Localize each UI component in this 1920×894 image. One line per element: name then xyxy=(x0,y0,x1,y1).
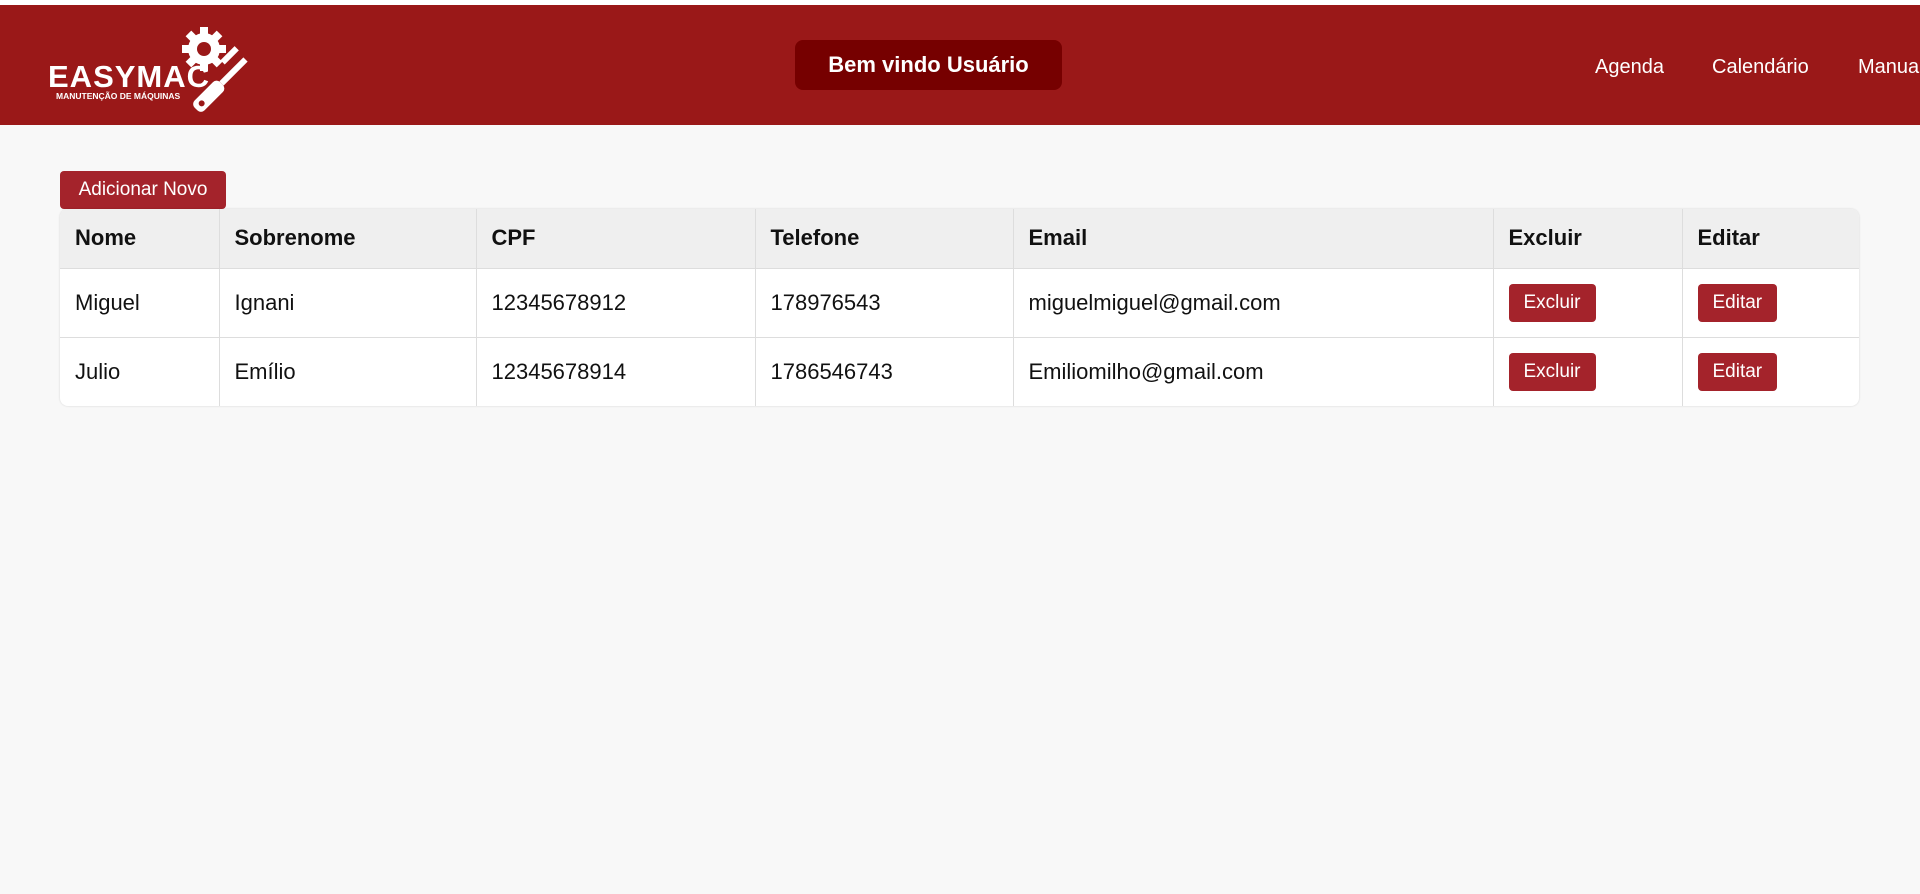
cell-telefone: 178976543 xyxy=(755,268,1014,338)
cell-editar: Editar xyxy=(1682,268,1859,338)
col-header-excluir: Excluir xyxy=(1493,209,1683,269)
header-bar: EASYMAC MANUTENÇÃO DE MÁQUINAS Bem vindo… xyxy=(0,5,1920,125)
nav-calendario[interactable]: Calendário xyxy=(1712,55,1809,79)
cell-email: miguelmiguel@gmail.com xyxy=(1013,268,1494,338)
col-header-email: Email xyxy=(1013,209,1494,269)
table-header-row: Nome Sobrenome CPF Telefone Email Exclui… xyxy=(60,209,1859,269)
col-header-sobrenome: Sobrenome xyxy=(219,209,477,269)
cell-editar: Editar xyxy=(1682,337,1859,406)
cell-sobrenome: Ignani xyxy=(219,268,477,338)
cell-telefone: 1786546743 xyxy=(755,337,1014,406)
cell-nome: Julio xyxy=(60,337,220,406)
col-header-nome: Nome xyxy=(60,209,220,269)
edit-button[interactable]: Editar xyxy=(1697,283,1778,322)
nav-manual[interactable]: Manua xyxy=(1858,55,1919,79)
col-header-editar: Editar xyxy=(1682,209,1859,269)
edit-button[interactable]: Editar xyxy=(1697,352,1778,391)
cell-excluir: Excluir xyxy=(1493,337,1683,406)
nav-agenda[interactable]: Agenda xyxy=(1595,55,1664,79)
cell-cpf: 12345678912 xyxy=(476,268,756,338)
cell-email: Emiliomilho@gmail.com xyxy=(1013,337,1494,406)
users-table: Nome Sobrenome CPF Telefone Email Exclui… xyxy=(60,209,1859,406)
table-row: Julio Emílio 12345678914 1786546743 Emil… xyxy=(60,337,1859,406)
add-new-button[interactable]: Adicionar Novo xyxy=(60,171,226,209)
delete-button[interactable]: Excluir xyxy=(1508,283,1596,322)
cell-excluir: Excluir xyxy=(1493,268,1683,338)
col-header-cpf: CPF xyxy=(476,209,756,269)
cell-nome: Miguel xyxy=(60,268,220,338)
main-nav: Agenda Calendário Manua xyxy=(0,5,1920,125)
cell-sobrenome: Emílio xyxy=(219,337,477,406)
col-header-telefone: Telefone xyxy=(755,209,1014,269)
table-row: Miguel Ignani 12345678912 178976543 migu… xyxy=(60,268,1859,338)
cell-cpf: 12345678914 xyxy=(476,337,756,406)
delete-button[interactable]: Excluir xyxy=(1508,352,1596,391)
